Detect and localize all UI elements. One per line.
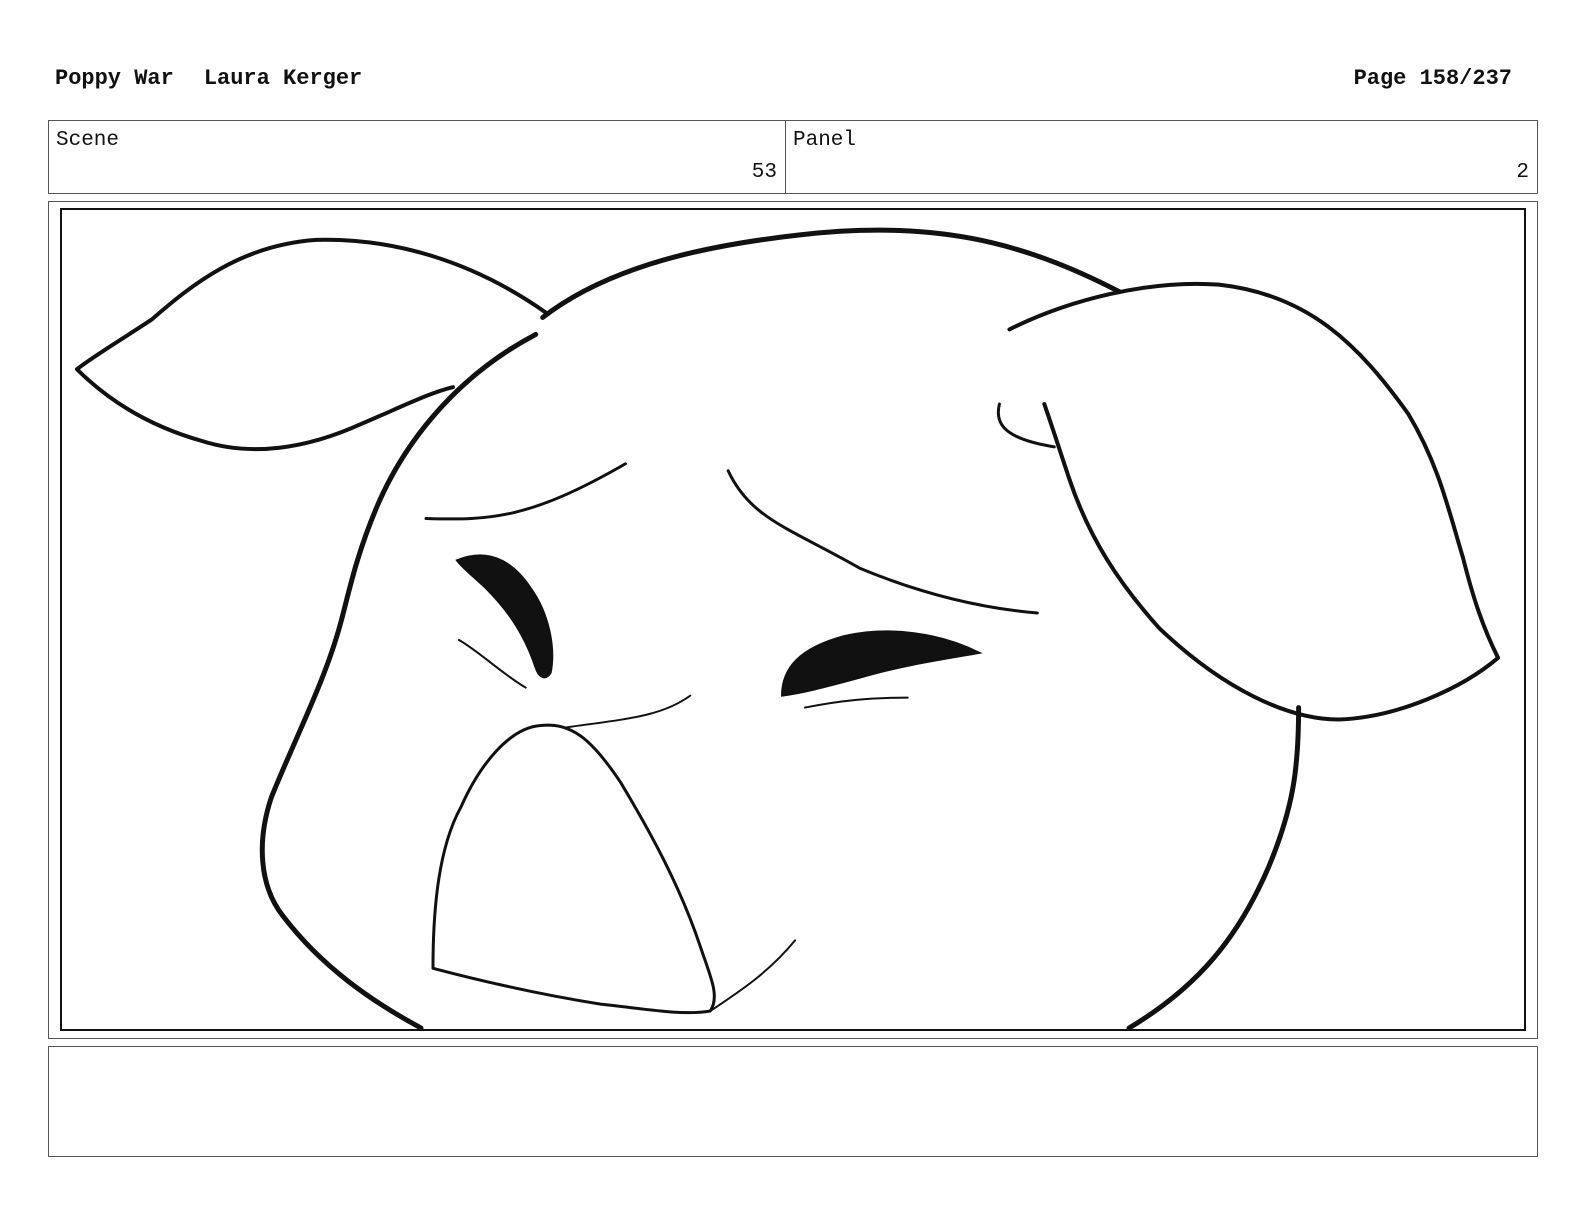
mouth-outline xyxy=(431,723,716,1015)
left-eye-lash xyxy=(457,638,527,689)
left-closed-eye xyxy=(455,554,554,679)
page-number: Page 158/237 xyxy=(1353,66,1512,91)
author-name: Laura Kerger xyxy=(203,66,363,91)
panel-label: Panel xyxy=(793,129,857,152)
snout-top xyxy=(564,694,692,729)
scene-number: 53 xyxy=(751,161,777,184)
right-ear-outline xyxy=(1007,281,1501,722)
pig-face-sketch xyxy=(74,227,1501,1029)
right-brow xyxy=(726,469,1039,615)
left-brow xyxy=(424,462,627,521)
panel-drawing-frame xyxy=(60,208,1526,1031)
head-right-outline xyxy=(1126,705,1302,1029)
mouth-corner xyxy=(709,939,796,1013)
right-eye-lash xyxy=(803,696,909,709)
panel-box: Panel 2 xyxy=(785,120,1538,194)
right-closed-eye xyxy=(781,630,983,697)
notes-box xyxy=(48,1046,1538,1157)
project-title: Poppy War xyxy=(55,66,174,91)
head-top-outline xyxy=(540,227,1122,320)
left-ear-outline xyxy=(74,237,548,452)
head-left-outline xyxy=(259,331,539,1029)
scene-label: Scene xyxy=(56,129,120,152)
scene-box: Scene 53 xyxy=(48,120,786,194)
storyboard-header-left: Poppy War Laura Kerger xyxy=(55,66,362,91)
panel-number: 2 xyxy=(1516,161,1529,184)
